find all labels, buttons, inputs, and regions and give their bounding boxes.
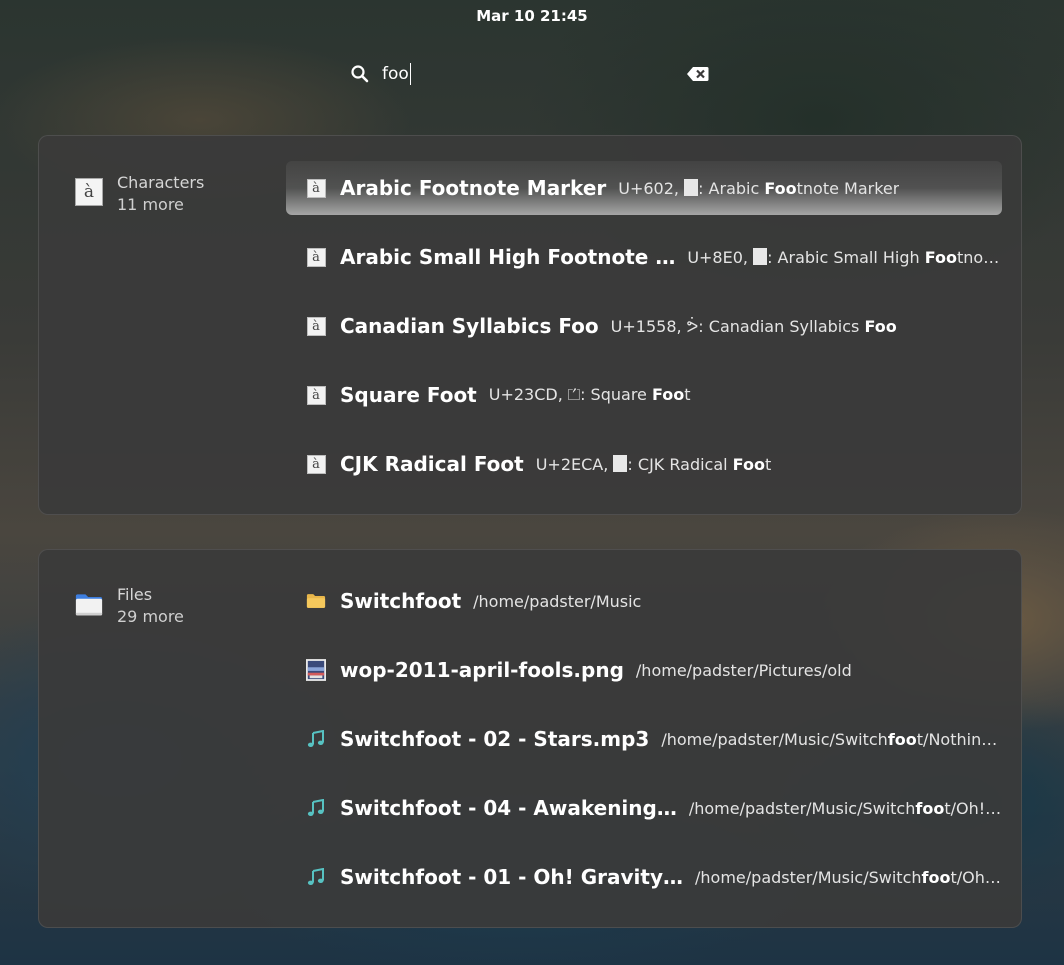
- character-result[interactable]: à Arabic Footnote Marker U+602, : Arabic…: [286, 161, 1002, 215]
- characters-results-panel: à Characters 11 more à Arabic Footnote M…: [38, 135, 1022, 515]
- result-description: U+602, : Arabic Footnote Marker: [618, 178, 900, 198]
- result-path: /home/padster/Music/Switchfoot/Oh! …: [695, 867, 1002, 887]
- result-title: wop-2011-april-fools.png: [340, 658, 624, 682]
- clear-search-icon[interactable]: [686, 65, 710, 83]
- clock[interactable]: Mar 10 21:45: [0, 7, 1064, 25]
- missing-glyph-box: [613, 454, 628, 472]
- result-title: Switchfoot - 04 - Awakening…: [340, 796, 677, 820]
- files-app-icon: [75, 594, 103, 616]
- missing-glyph-box: [684, 178, 699, 196]
- result-title: Square Foot: [340, 383, 477, 407]
- provider-name: Characters: [117, 173, 205, 192]
- character-result[interactable]: à Canadian Syllabics Foo U+1558, ᕘ: Cana…: [286, 299, 1002, 353]
- provider-name: Files: [117, 585, 153, 604]
- file-result[interactable]: wop-2011-april-fools.png /home/padster/P…: [286, 643, 1002, 697]
- result-title: Arabic Footnote Marker: [340, 176, 607, 200]
- provider-more-count: 11 more: [117, 195, 184, 214]
- result-title: Canadian Syllabics Foo: [340, 314, 599, 338]
- folder-icon: [306, 591, 326, 611]
- result-title: CJK Radical Foot: [340, 452, 524, 476]
- result-title: Arabic Small High Footnote …: [340, 245, 676, 269]
- missing-glyph-box: [753, 247, 768, 265]
- music-note-icon: [306, 867, 326, 887]
- search-input[interactable]: foo: [382, 63, 411, 85]
- file-result[interactable]: Switchfoot - 04 - Awakening… /home/padst…: [286, 781, 1002, 835]
- result-description: U+1558, ᕘ: Canadian Syllabics Foo: [610, 316, 897, 336]
- file-result[interactable]: Switchfoot - 01 - Oh! Gravity… /home/pad…: [286, 850, 1002, 904]
- files-results-panel: Files 29 more Switchfoot /home/padster/M…: [38, 549, 1022, 928]
- result-title: Switchfoot - 02 - Stars.mp3: [340, 727, 650, 751]
- music-note-icon: [306, 729, 326, 749]
- result-title: Switchfoot: [340, 589, 462, 613]
- file-result[interactable]: Switchfoot - 02 - Stars.mp3 /home/padste…: [286, 712, 1002, 766]
- result-path: /home/padster/Pictures/old: [635, 660, 852, 680]
- character-result[interactable]: à Arabic Small High Footnote … U+8E0, : …: [286, 230, 1002, 284]
- result-description: U+8E0, : Arabic Small High Footnot…: [687, 247, 1002, 267]
- character-icon: à: [306, 454, 326, 474]
- image-file-icon: [306, 659, 326, 681]
- character-icon: à: [306, 316, 326, 336]
- character-result[interactable]: à CJK Radical Foot U+2ECA, : CJK Radical…: [286, 437, 1002, 491]
- provider-more-count: 29 more: [117, 607, 184, 626]
- music-note-icon: [306, 798, 326, 818]
- result-path: /home/padster/Music: [473, 591, 642, 611]
- result-path: /home/padster/Music/Switchfoot/Oh! …: [688, 798, 1002, 818]
- search-icon: [351, 65, 369, 83]
- result-description: U+23CD, ⏍: Square Foot: [488, 385, 691, 404]
- characters-app-icon: à: [75, 178, 103, 206]
- result-path: /home/padster/Music/Switchfoot/Nothing …: [661, 729, 1002, 749]
- search-entry[interactable]: foo: [342, 56, 722, 92]
- file-result[interactable]: Switchfoot /home/padster/Music: [286, 574, 1002, 628]
- character-icon: à: [306, 178, 326, 198]
- character-icon: à: [306, 385, 326, 405]
- result-title: Switchfoot - 01 - Oh! Gravity…: [340, 865, 684, 889]
- result-description: U+2ECA, : CJK Radical Foot: [535, 454, 772, 474]
- character-icon: à: [306, 247, 326, 267]
- character-result[interactable]: à Square Foot U+23CD, ⏍: Square Foot: [286, 368, 1002, 422]
